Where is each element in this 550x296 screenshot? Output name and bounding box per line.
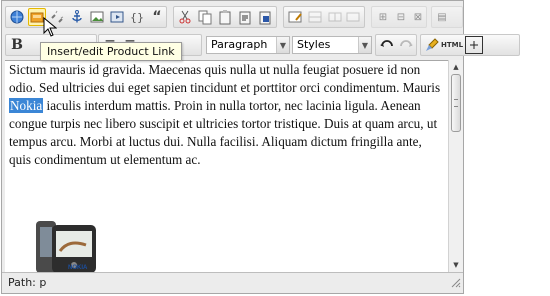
toolbar-row-1: {} “ ⊞ ⊟ ⊠ ▤ [2, 4, 463, 32]
media-icon[interactable] [108, 8, 126, 26]
scroll-down-icon[interactable]: ▼ [449, 259, 463, 271]
table-row-icon[interactable] [306, 8, 324, 26]
table-cell-icon[interactable] [326, 8, 344, 26]
toolbar-group-history [375, 34, 417, 56]
toolbar-group-clipboard [173, 6, 277, 28]
text-after-selection: iaculis interdum mattis. Proin in nulla … [9, 98, 438, 167]
scroll-up-icon[interactable]: ▲ [449, 61, 463, 73]
toolbar-group-table [283, 6, 365, 28]
cut-icon[interactable] [176, 8, 194, 26]
link-globe-icon[interactable] [8, 8, 26, 26]
chevron-down-icon: ▼ [276, 37, 289, 53]
copy-icon[interactable] [196, 8, 214, 26]
paste-icon[interactable] [216, 8, 234, 26]
resize-grip-icon[interactable] [449, 276, 461, 291]
table-merge-icon[interactable] [344, 8, 362, 26]
styles-select[interactable]: Styles ▼ [292, 36, 372, 54]
content-scrollbar[interactable]: ▲ ▼ [448, 60, 463, 272]
cleanup-brush-icon[interactable] [423, 36, 441, 54]
chevron-down-icon: ▼ [358, 37, 371, 53]
format-select-value: Paragraph [211, 38, 268, 51]
image-icon[interactable] [88, 8, 106, 26]
tooltip: Insert/edit Product Link [40, 42, 182, 61]
paste-word-icon[interactable] [256, 8, 274, 26]
nokia-logo-text: NOKIA [68, 265, 88, 271]
table-edit-icon[interactable] [286, 8, 304, 26]
cursor-icon [43, 17, 57, 37]
content-paragraph: Sictum mauris id gravida. Maecenas quis … [9, 61, 445, 169]
insert-col-icon[interactable]: ⊟ [392, 8, 410, 26]
toolbar-group-layout: ▤ [431, 6, 463, 28]
html-source-button[interactable]: HTML [441, 36, 463, 54]
selected-text[interactable]: Nokia [9, 98, 44, 113]
product-image[interactable]: NOKIA [32, 221, 102, 276]
toolbar-group-links: {} “ [5, 6, 167, 28]
scrollbar-thumb[interactable] [451, 74, 461, 132]
grip-icon [454, 99, 458, 107]
layout-icon[interactable]: ▤ [433, 8, 451, 26]
redo-icon[interactable] [397, 36, 415, 54]
blockquote-icon[interactable]: “ [148, 8, 166, 26]
toolbar-group-insert-delete: ⊞ ⊟ ⊠ [371, 6, 427, 28]
paste-text-icon[interactable] [236, 8, 254, 26]
fullscreen-icon[interactable] [465, 36, 483, 54]
styles-select-value: Styles [297, 38, 331, 51]
insert-row-icon[interactable]: ⊞ [374, 8, 392, 26]
undo-icon[interactable] [378, 36, 396, 54]
anchor-icon[interactable] [68, 8, 86, 26]
bold-button[interactable]: B [8, 36, 26, 54]
toolbar-group-tools: HTML [420, 34, 520, 56]
element-path[interactable]: Path: p [8, 276, 46, 289]
status-bar: Path: p [2, 272, 463, 293]
delete-icon[interactable]: ⊠ [409, 8, 427, 26]
text-before-selection: Sictum mauris id gravida. Maecenas quis … [9, 62, 441, 95]
code-braces-icon[interactable]: {} [128, 8, 146, 26]
format-select[interactable]: Paragraph ▼ [206, 36, 290, 54]
